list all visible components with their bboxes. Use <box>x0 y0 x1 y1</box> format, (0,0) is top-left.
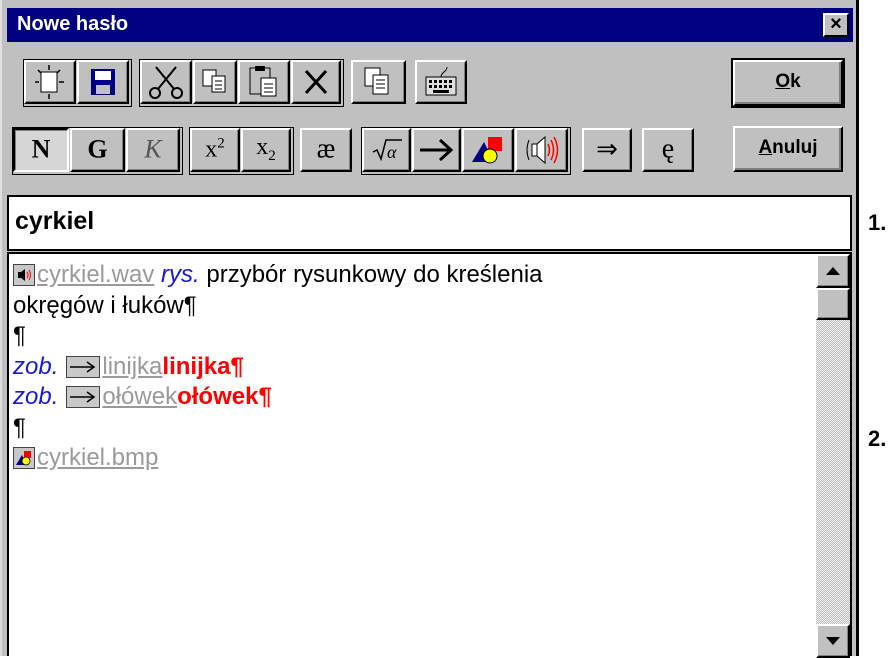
definition-text-2: okręgów i łuków¶ <box>13 291 197 319</box>
svg-text:α: α <box>387 142 397 162</box>
insert-sound-button[interactable] <box>515 128 568 172</box>
special-char-label: ę <box>661 133 675 165</box>
insert-image-button[interactable] <box>462 128 514 172</box>
superscript-button[interactable]: x2 <box>190 128 240 172</box>
pilcrow-2: ¶ <box>13 413 26 441</box>
scroll-thumb[interactable] <box>816 288 850 320</box>
italic-label: K <box>144 134 162 164</box>
ligature-button[interactable]: æ <box>300 128 352 172</box>
special-char-button[interactable]: ę <box>642 128 694 172</box>
formula-button[interactable]: α <box>362 128 411 172</box>
headword-text: cyrkiel <box>15 207 95 235</box>
arrow-right-icon[interactable] <box>66 355 101 378</box>
speaker-icon[interactable] <box>13 264 35 286</box>
cancel-button[interactable]: Anuluj <box>733 126 843 172</box>
delete-button[interactable] <box>291 60 341 104</box>
ok-button[interactable]: Ok <box>731 58 845 108</box>
double-arrow-button[interactable]: ⇒ <box>582 128 632 172</box>
italic-button[interactable]: K <box>126 128 180 172</box>
paste-clipboard-icon <box>249 66 277 97</box>
image-shapes-icon <box>472 137 502 164</box>
ok-label: k <box>790 71 801 92</box>
definition-text-1: przybór rysunkowy do kreślenia <box>199 261 543 288</box>
side-item-2: 2. <box>868 426 887 451</box>
sound-file-link[interactable]: cyrkiel.wav <box>37 261 154 288</box>
speaker-icon <box>526 135 559 165</box>
reference-line-2: zob. ołówekołówek¶ <box>13 382 813 413</box>
close-button[interactable]: × <box>823 13 849 37</box>
see-label-1: zob. <box>13 352 59 380</box>
headword-input[interactable]: cyrkiel <box>7 195 852 251</box>
superscript-exp: 2 <box>217 135 225 152</box>
reference-line-1: zob. linijkalinijka¶ <box>13 352 813 383</box>
paste-button[interactable] <box>238 60 290 104</box>
reference-target-2: ołówek¶ <box>177 383 272 410</box>
dialog-window: Nowe hasło × N G K x2 x2 æ α ⇒ ę Ok Anul… <box>0 0 859 658</box>
cancel-mnemonic: A <box>758 137 773 158</box>
pilcrow-1: ¶ <box>13 322 26 349</box>
arrow-down-icon <box>826 637 840 645</box>
scroll-up-button[interactable] <box>816 254 850 288</box>
close-icon: × <box>830 13 842 35</box>
cancel-label: nuluj <box>772 137 818 158</box>
arrow-right-icon[interactable] <box>66 386 101 408</box>
arrow-up-icon <box>826 267 840 275</box>
copy-pages-icon <box>364 67 389 95</box>
bold-label: N <box>31 134 51 164</box>
bold-button[interactable]: N <box>13 128 69 172</box>
subscript-exp: 2 <box>268 147 276 164</box>
side-item-1: 1. <box>868 210 887 235</box>
floppy-disk-icon <box>91 69 115 95</box>
image-file-link[interactable]: cyrkiel.bmp <box>37 444 158 471</box>
strong-button[interactable]: G <box>70 128 125 172</box>
arrow-right-icon <box>420 138 454 162</box>
vertical-scrollbar[interactable] <box>816 254 850 658</box>
save-button[interactable] <box>77 60 129 104</box>
ok-mnemonic: O <box>775 71 791 92</box>
subscript-base: x <box>256 133 269 160</box>
copy-button[interactable] <box>193 60 237 104</box>
image-icon[interactable] <box>13 447 35 469</box>
title-bar[interactable]: Nowe hasło × <box>7 8 853 42</box>
label-rys: rys. <box>161 261 200 288</box>
link-button[interactable] <box>412 128 461 172</box>
definition-line-1: cyrkiel.wav rys. przybór rysunkowy do kr… <box>13 260 813 291</box>
keyboard-button[interactable] <box>415 60 467 104</box>
keyboard-icon <box>425 66 457 96</box>
image-line: cyrkiel.bmp <box>13 443 813 474</box>
definition-line-2: okręgów i łuków¶ <box>13 291 813 322</box>
delete-x-icon <box>304 69 328 95</box>
copy-entry-button[interactable] <box>351 60 406 104</box>
scroll-down-button[interactable] <box>816 624 850 658</box>
copy-icon <box>202 69 226 93</box>
paragraph-mark-2: ¶ <box>13 413 813 444</box>
ligature-label: æ <box>316 133 336 165</box>
see-label-2: zob. <box>13 383 59 410</box>
paragraph-mark-1: ¶ <box>13 321 813 352</box>
entry-editor[interactable]: cyrkiel.wav rys. przybór rysunkowy do kr… <box>7 252 852 658</box>
window-title: Nowe hasło <box>17 13 129 35</box>
scissors-icon <box>149 66 183 99</box>
new-button[interactable] <box>24 60 76 104</box>
cut-button[interactable] <box>140 60 192 104</box>
entry-content: cyrkiel.wav rys. przybór rysunkowy do kr… <box>13 260 813 474</box>
new-document-icon <box>35 65 64 99</box>
double-arrow-label: ⇒ <box>596 134 618 164</box>
reference-link-1[interactable]: linijka <box>102 353 162 380</box>
strong-label: G <box>87 134 108 164</box>
reference-link-2[interactable]: ołówek <box>102 383 177 410</box>
superscript-base: x <box>205 136 218 163</box>
subscript-button[interactable]: x2 <box>241 128 291 172</box>
reference-target-1: linijka¶ <box>162 352 244 380</box>
square-root-icon: α <box>372 139 402 162</box>
